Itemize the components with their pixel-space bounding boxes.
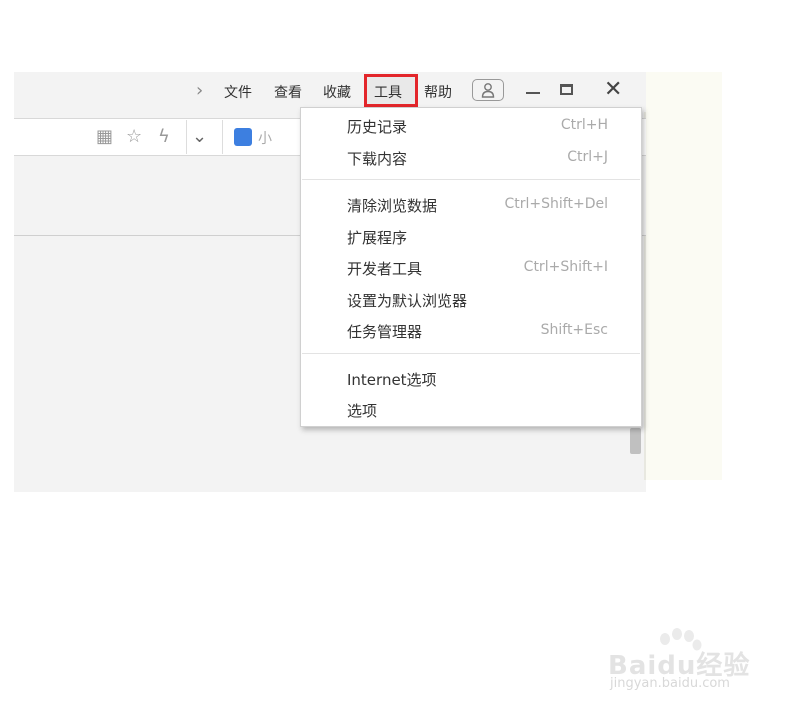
menu-help[interactable]: 帮助 — [424, 82, 452, 102]
menu-item-clear-data[interactable]: 清除浏览数据 — [347, 195, 437, 216]
shortcut-history: Ctrl+H — [560, 117, 608, 133]
address-bar-divider — [186, 120, 187, 154]
menu-tools[interactable]: 工具 — [374, 82, 402, 102]
chevron-down-icon[interactable]: ⌄ — [192, 126, 207, 147]
star-icon[interactable]: ☆ — [126, 126, 142, 147]
menu-divider — [302, 179, 640, 180]
shortcut-downloads: Ctrl+J — [567, 149, 608, 165]
side-panel — [644, 72, 722, 480]
menu-view[interactable]: 查看 — [274, 82, 302, 102]
search-input[interactable]: 小 — [258, 128, 272, 148]
scrollbar-thumb[interactable] — [630, 428, 641, 454]
user-icon — [481, 83, 495, 98]
menu-item-dev-tools[interactable]: 开发者工具 — [347, 258, 422, 279]
menu-item-downloads[interactable]: 下载内容 — [347, 148, 407, 169]
menu-item-internet-options[interactable]: Internet选项 — [347, 369, 437, 390]
lightning-icon[interactable]: ϟ — [158, 126, 170, 147]
maximize-icon[interactable] — [560, 84, 573, 95]
search-engine-icon[interactable] — [234, 128, 252, 146]
minimize-icon[interactable] — [526, 92, 540, 94]
chevron-right-icon[interactable]: › — [196, 80, 203, 101]
menu-item-default-browser[interactable]: 设置为默认浏览器 — [347, 290, 467, 311]
account-button[interactable] — [472, 79, 504, 101]
address-bar-divider — [222, 120, 223, 154]
shortcut-task-manager: Shift+Esc — [540, 322, 608, 338]
watermark-url: jingyan.baidu.com — [610, 676, 730, 691]
menu-item-task-manager[interactable]: 任务管理器 — [347, 321, 422, 342]
menu-file[interactable]: 文件 — [224, 82, 252, 102]
close-icon[interactable]: ✕ — [604, 79, 622, 101]
shortcut-dev-tools: Ctrl+Shift+I — [523, 259, 608, 275]
menu-divider — [302, 353, 640, 354]
menu-item-history[interactable]: 历史记录 — [347, 116, 407, 137]
menu-item-options[interactable]: 选项 — [347, 400, 377, 421]
shortcut-clear-data: Ctrl+Shift+Del — [504, 196, 608, 212]
qr-code-icon[interactable]: ▦ — [96, 126, 113, 147]
menu-favorites[interactable]: 收藏 — [323, 82, 351, 102]
menu-item-extensions[interactable]: 扩展程序 — [347, 227, 407, 248]
